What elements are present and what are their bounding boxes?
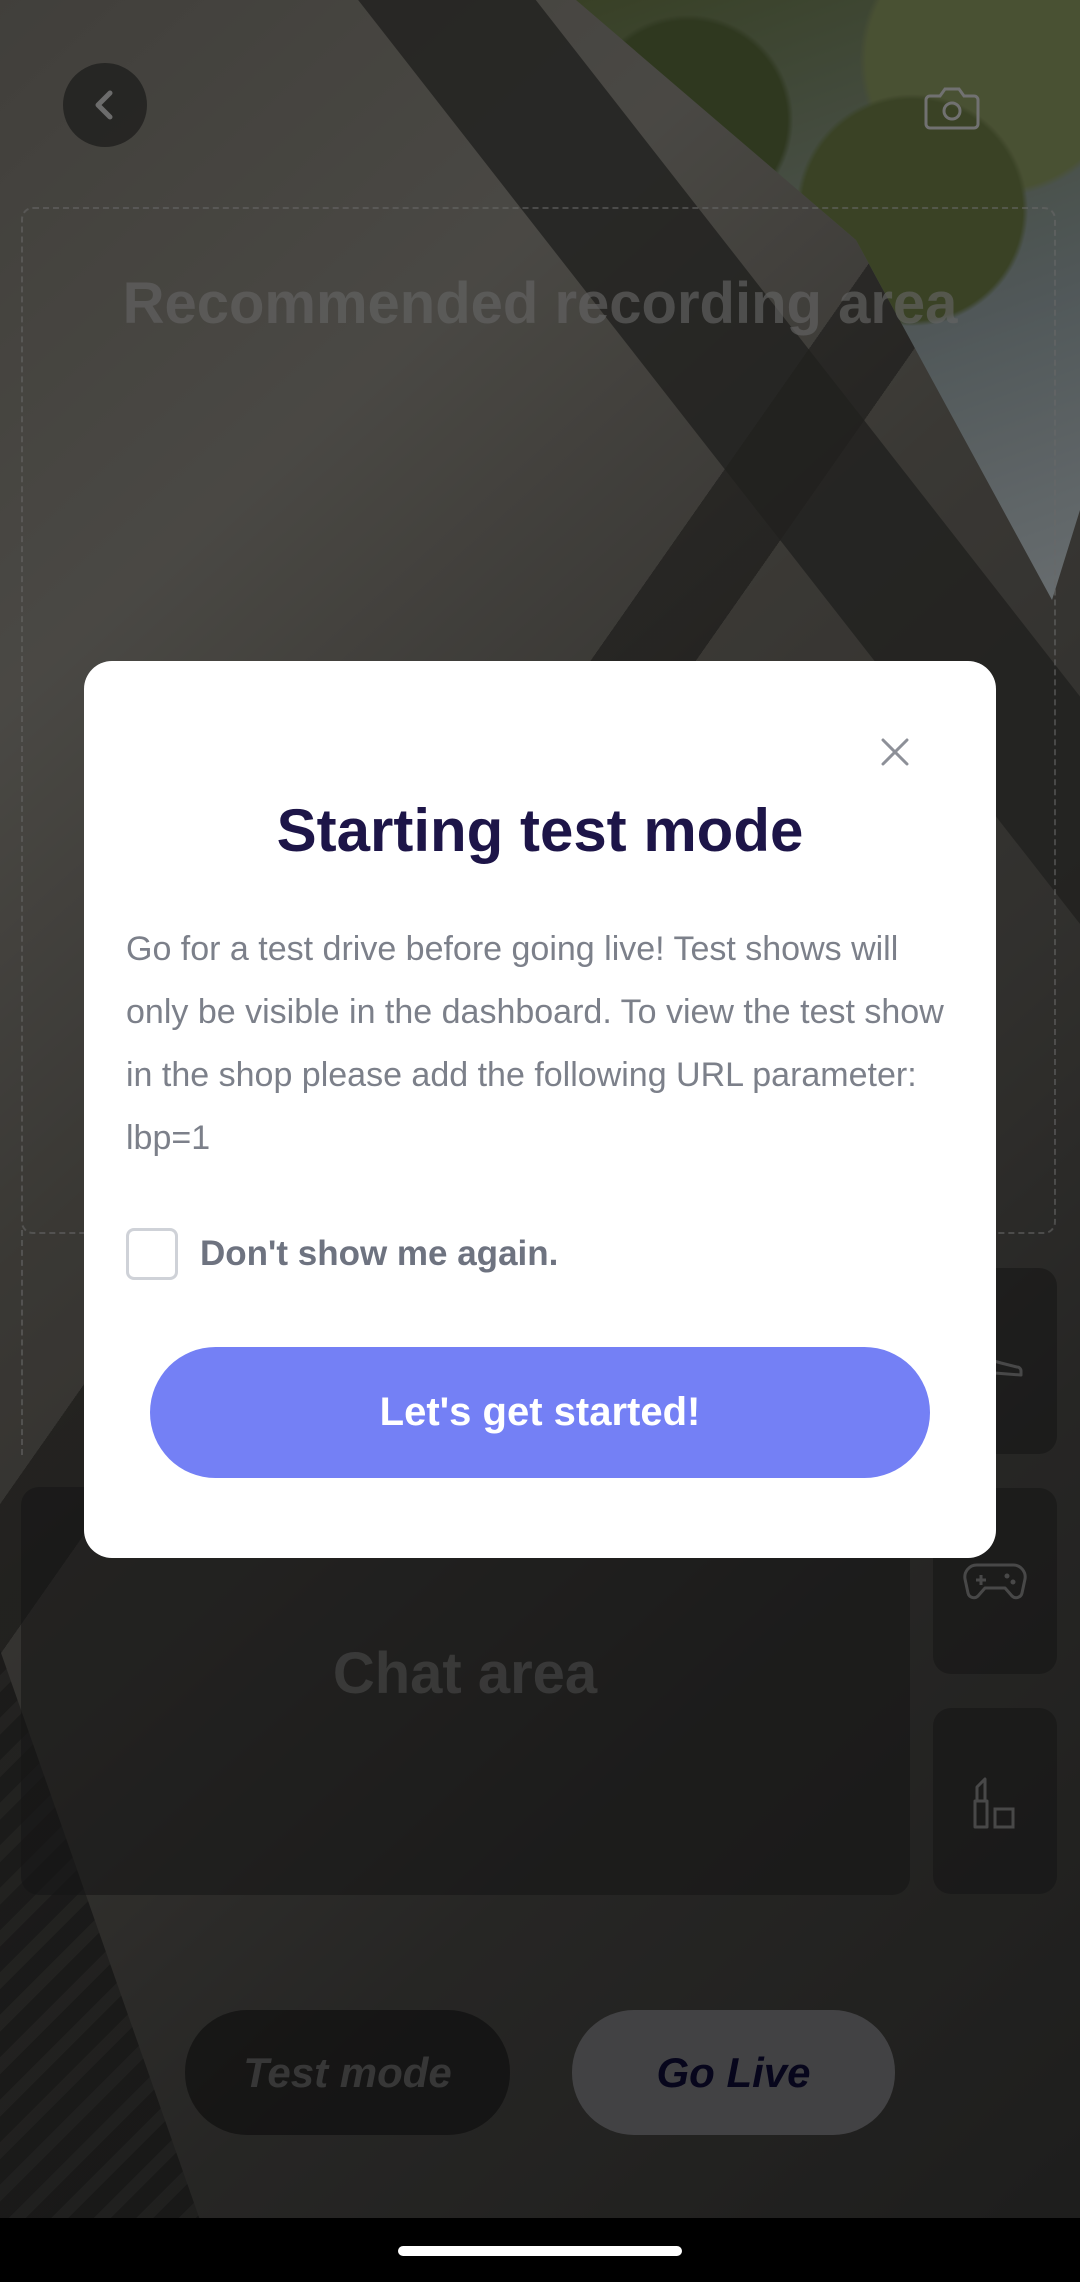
dont-show-again-label[interactable]: Don't show me again. (200, 1234, 558, 1274)
home-indicator[interactable] (398, 2246, 682, 2256)
get-started-button[interactable]: Let's get started! (150, 1347, 930, 1478)
close-icon (881, 738, 909, 766)
dont-show-again-checkbox[interactable] (126, 1228, 178, 1280)
close-button[interactable] (875, 732, 915, 772)
dialog-title: Starting test mode (276, 797, 804, 864)
dialog-body: Go for a test drive before going live! T… (126, 930, 944, 1157)
